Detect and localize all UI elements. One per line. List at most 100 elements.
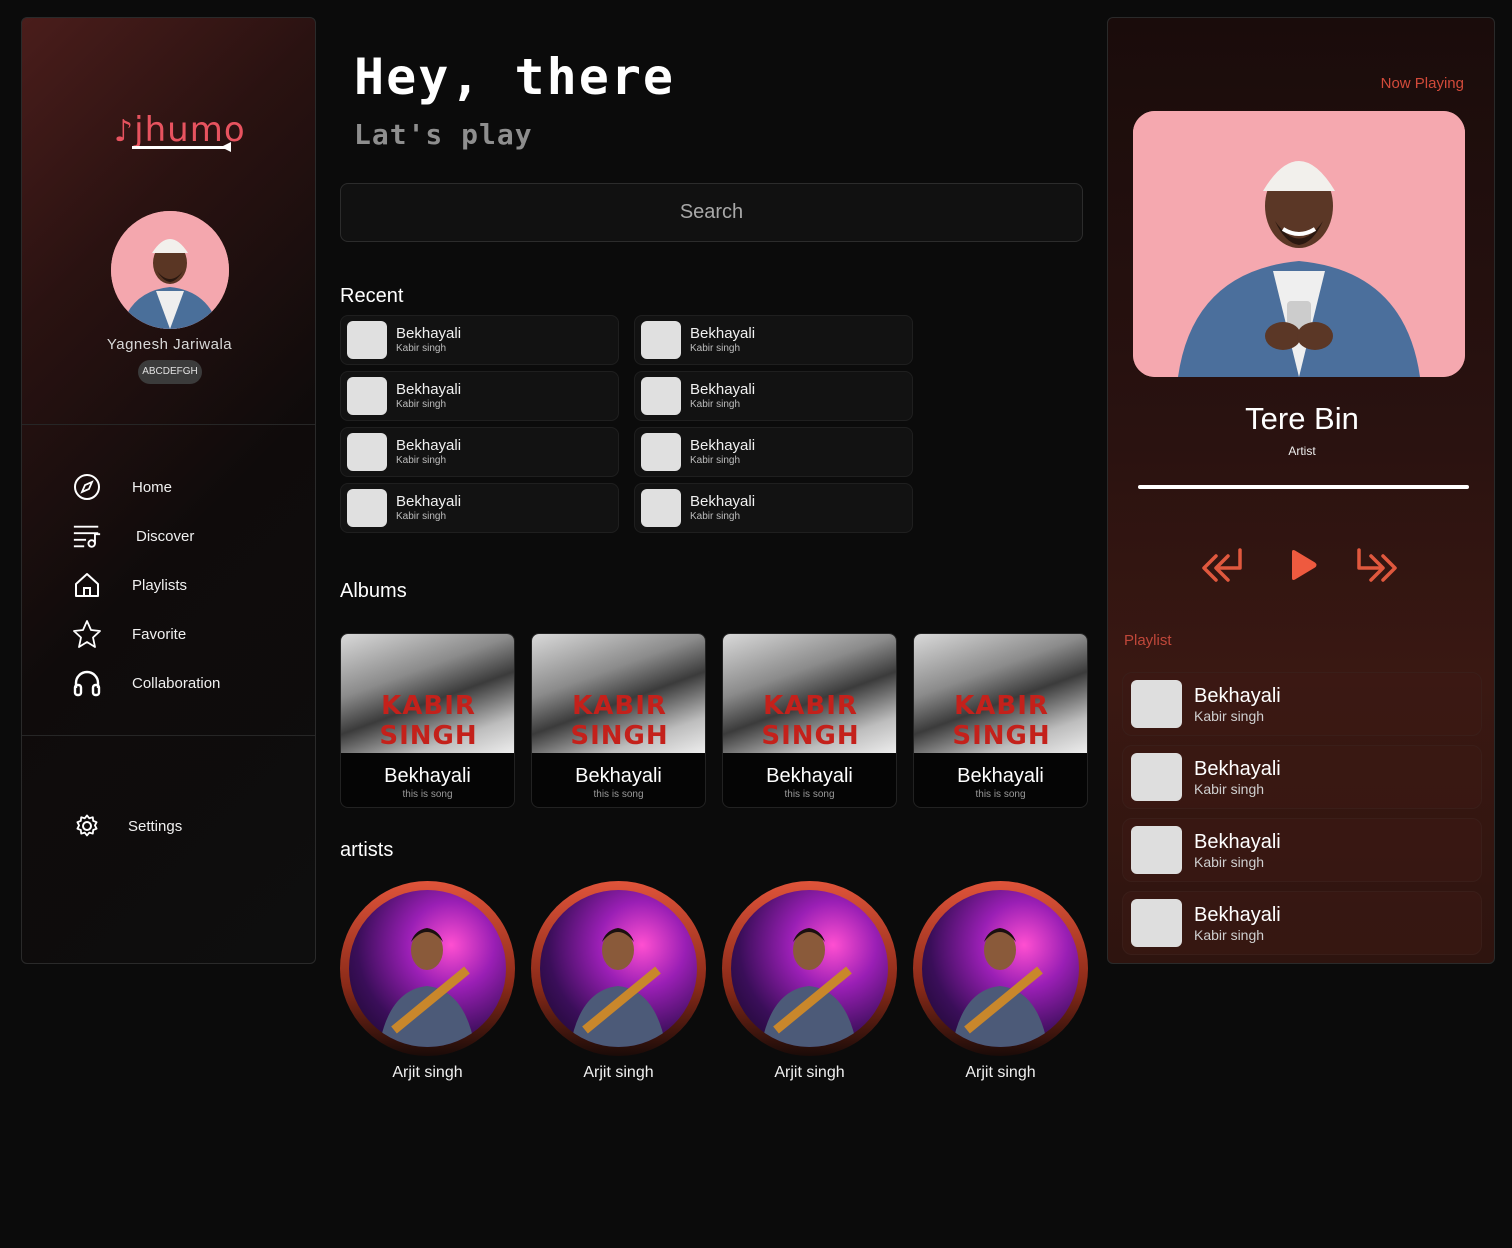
song-thumbnail xyxy=(347,321,387,359)
album-card[interactable]: KABIR SINGH Bekhayali this is song xyxy=(913,633,1088,808)
home-icon xyxy=(72,570,102,600)
song-artist: Artist xyxy=(1288,444,1316,458)
album-cover-text: KABIR SINGH xyxy=(952,691,1051,751)
artist-avatar xyxy=(722,881,897,1056)
artist-card[interactable]: Arjit singh xyxy=(340,881,515,1082)
nav-item-playlists[interactable]: Playlists xyxy=(72,567,187,603)
song-title: Bekhayali xyxy=(1194,903,1281,926)
logo-arrow-icon xyxy=(221,142,231,152)
song-artist: Kabir singh xyxy=(690,511,741,522)
song-artist: Kabir singh xyxy=(1194,853,1265,870)
song-title: Bekhayali xyxy=(690,325,756,342)
nav-label: Collaboration xyxy=(132,674,221,692)
song-artist: Kabir singh xyxy=(396,343,447,354)
song-artist: Kabir singh xyxy=(1194,707,1265,724)
playlist-item[interactable]: Bekhayali Kabir singh xyxy=(1122,891,1482,955)
song-artist: Kabir singh xyxy=(690,343,741,354)
now-playing-cover xyxy=(1133,111,1465,377)
divider xyxy=(22,735,315,736)
recent-item[interactable]: Bekhayali Kabir singh xyxy=(634,483,913,533)
song-thumbnail xyxy=(641,433,681,471)
album-card[interactable]: KABIR SINGH Bekhayali this is song xyxy=(722,633,897,808)
now-playing-panel: Now Playing Tere Bin Artist Playlist Bek… xyxy=(1107,17,1495,964)
music-note-icon: ♪ xyxy=(114,114,135,149)
recent-item[interactable]: Bekhayali Kabir singh xyxy=(634,427,913,477)
artist-card[interactable]: Arjit singh xyxy=(722,881,897,1082)
artist-avatar xyxy=(913,881,1088,1056)
playlist-item[interactable]: Bekhayali Kabir singh xyxy=(1122,672,1482,736)
album-cover-text: KABIR SINGH xyxy=(570,691,669,751)
album-card[interactable]: KABIR SINGH Bekhayali this is song xyxy=(340,633,515,808)
greeting-title: Hey, there xyxy=(354,48,676,106)
album-card[interactable]: KABIR SINGH Bekhayali this is song xyxy=(531,633,706,808)
double-arrow-left-icon xyxy=(1202,548,1242,582)
song-artist: Kabir singh xyxy=(396,455,447,466)
song-thumbnail xyxy=(641,489,681,527)
song-title: Bekhayali xyxy=(396,381,462,398)
song-thumbnail xyxy=(1131,680,1182,728)
artist-card[interactable]: Arjit singh xyxy=(913,881,1088,1082)
search-input[interactable] xyxy=(340,183,1083,242)
song-title: Bekhayali xyxy=(396,437,462,454)
recent-item[interactable]: Bekhayali Kabir singh xyxy=(340,371,619,421)
song-artist: Kabir singh xyxy=(396,399,447,410)
song-title: Bekhayali xyxy=(396,493,462,510)
nav-label: Home xyxy=(132,478,173,496)
nav-item-settings[interactable]: Settings xyxy=(72,808,182,844)
album-cover: KABIR SINGH xyxy=(341,634,514,753)
song-thumbnail xyxy=(641,321,681,359)
recent-item[interactable]: Bekhayali Kabir singh xyxy=(634,315,913,365)
avatar[interactable] xyxy=(111,211,229,329)
playlist-music-icon xyxy=(72,521,102,551)
song-thumbnail xyxy=(641,377,681,415)
now-playing-label: Now Playing xyxy=(1380,75,1464,92)
recent-item[interactable]: Bekhayali Kabir singh xyxy=(340,315,619,365)
user-name: Yagnesh Jariwala xyxy=(106,336,233,353)
sidebar: ♪jhumo Yagnesh Jariwala ABCDEFGH Home Di… xyxy=(21,17,316,964)
song-thumbnail xyxy=(1131,899,1182,947)
recent-item[interactable]: Bekhayali Kabir singh xyxy=(340,483,619,533)
progress-bar[interactable] xyxy=(1138,485,1469,489)
compass-icon xyxy=(72,472,102,502)
next-button[interactable] xyxy=(1353,546,1399,589)
recent-item[interactable]: Bekhayali Kabir singh xyxy=(340,427,619,477)
gear-icon xyxy=(72,811,102,841)
song-thumbnail xyxy=(347,489,387,527)
artist-avatar xyxy=(340,881,515,1056)
album-title: Bekhayali xyxy=(575,765,662,787)
song-title: Bekhayali xyxy=(1194,830,1281,853)
play-icon xyxy=(1292,550,1317,580)
star-icon xyxy=(72,619,102,649)
recent-item[interactable]: Bekhayali Kabir singh xyxy=(634,371,913,421)
song-thumbnail xyxy=(347,377,387,415)
nav-item-favorite[interactable]: Favorite xyxy=(72,616,186,652)
nav-item-home[interactable]: Home xyxy=(72,469,172,505)
previous-button[interactable] xyxy=(1200,546,1246,589)
album-cover-text: KABIR SINGH xyxy=(379,691,478,751)
playlist-item[interactable]: Bekhayali Kabir singh xyxy=(1122,818,1482,882)
nav-label: Playlists xyxy=(132,576,188,594)
artist-name: Arjit singh xyxy=(583,1064,654,1081)
album-subtitle: this is song xyxy=(975,789,1026,800)
song-artist: Kabir singh xyxy=(690,399,741,410)
nav-item-collaboration[interactable]: Collaboration xyxy=(72,665,220,701)
song-title: Bekhayali xyxy=(690,493,756,510)
album-title: Bekhayali xyxy=(766,765,853,787)
album-subtitle: this is song xyxy=(593,789,644,800)
artist-card[interactable]: Arjit singh xyxy=(531,881,706,1082)
artist-name: Arjit singh xyxy=(774,1064,845,1081)
greeting-subtitle: Lat's play xyxy=(354,118,533,151)
song-title: Bekhayali xyxy=(396,325,462,342)
album-cover: KABIR SINGH xyxy=(532,634,705,753)
song-title: Bekhayali xyxy=(690,381,756,398)
song-thumbnail xyxy=(1131,826,1182,874)
song-title: Bekhayali xyxy=(1194,757,1281,780)
albums-title: Albums xyxy=(340,580,407,602)
nav-item-discover[interactable]: Discover xyxy=(72,518,194,554)
album-cover: KABIR SINGH xyxy=(723,634,896,753)
nav-label: Settings xyxy=(128,817,183,835)
playlist-item[interactable]: Bekhayali Kabir singh xyxy=(1122,745,1482,809)
artists-title: artists xyxy=(340,839,394,861)
play-button[interactable] xyxy=(1288,548,1318,587)
playlist-label: Playlist xyxy=(1124,632,1172,649)
